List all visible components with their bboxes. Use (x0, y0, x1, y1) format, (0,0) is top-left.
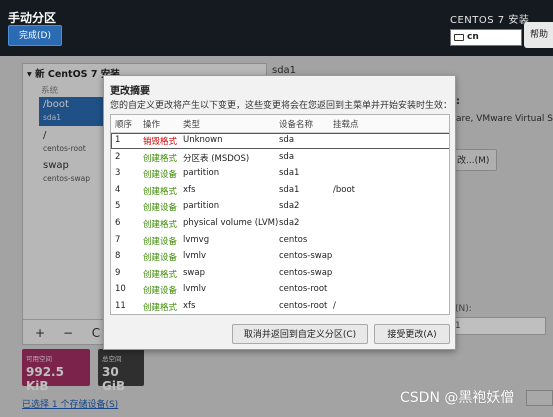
cell-action: 销毁格式 (143, 137, 178, 147)
column-device: 设备名称 (279, 120, 314, 130)
cell-order: 9 (115, 267, 121, 278)
cell-device: centos-root (279, 284, 328, 295)
column-action: 操作 (143, 120, 161, 130)
cell-mount: /boot (333, 184, 355, 195)
cell-action: 创建设备 (143, 253, 178, 264)
cell-action: 创建设备 (143, 236, 178, 247)
table-row[interactable]: 5 创建设备 partition sda2 (111, 199, 449, 215)
page-title: 手动分区 (8, 11, 57, 25)
installer-title: CENTOS 7 安装 (450, 15, 530, 26)
cell-type: partition (183, 201, 220, 212)
cell-device: sda1 (279, 184, 300, 195)
cell-order: 8 (115, 251, 121, 262)
cell-order: 10 (115, 284, 126, 295)
cell-type: lvmvg (183, 234, 210, 245)
cell-order: 11 (115, 301, 126, 311)
cell-type: lvmlv (183, 284, 207, 295)
cell-device: sda (279, 135, 295, 145)
cell-action: 创建格式 (143, 153, 178, 164)
table-row[interactable]: 1 销毁格式 Unknown sda (111, 133, 449, 149)
cell-device: centos (279, 234, 308, 245)
keyboard-icon (454, 34, 464, 41)
cell-type: xfs (183, 184, 196, 195)
cell-type: partition (183, 168, 220, 179)
cell-type: Unknown (183, 135, 223, 145)
table-row[interactable]: 8 创建设备 lvmlv centos-swap (111, 249, 449, 265)
changes-table: 顺序 操作 类型 设备名称 挂载点 1 销毁格式 Unknown sda 2 创建格式 分区… (110, 114, 450, 315)
cell-action: 创建设备 (143, 170, 178, 181)
cell-order: 1 (115, 135, 121, 145)
column-mount: 挂载点 (333, 120, 359, 130)
table-header: 顺序 操作 类型 设备名称 挂载点 (111, 115, 449, 133)
table-row[interactable]: 6 创建格式 physical volume (LVM) sda2 (111, 216, 449, 232)
cell-mount: / (333, 301, 336, 311)
top-bar: 手动分区 完成(D) CENTOS 7 安装 cn 帮助 (0, 0, 553, 56)
cell-order: 5 (115, 201, 121, 212)
done-button[interactable]: 完成(D) (8, 25, 62, 46)
table-row[interactable]: 11 创建格式 xfs centos-root / (111, 299, 449, 314)
table-row[interactable]: 3 创建设备 partition sda1 (111, 166, 449, 182)
table-row[interactable]: 2 创建格式 分区表 (MSDOS) sda (111, 150, 449, 166)
cell-type: lvmlv (183, 251, 207, 262)
accept-changes-button[interactable]: 接受更改(A) (374, 324, 450, 344)
help-button[interactable]: 帮助 (524, 22, 553, 48)
cell-action: 创建格式 (143, 303, 178, 313)
cancel-return-button[interactable]: 取消并返回到自定义分区(C) (232, 324, 368, 344)
cell-order: 3 (115, 168, 121, 179)
cell-device: sda2 (279, 218, 300, 228)
cell-device: centos-swap (279, 267, 333, 278)
cell-device: centos-swap (279, 251, 333, 262)
dialog-title: 更改摘要 (110, 86, 150, 97)
cell-device: centos-root (279, 301, 328, 311)
column-type: 类型 (183, 120, 201, 130)
watermark: CSDN @黑袍妖僧 (400, 390, 515, 406)
table-row[interactable]: 7 创建设备 lvmvg centos (111, 233, 449, 249)
cell-action: 创建设备 (143, 286, 178, 297)
table-row[interactable]: 9 创建格式 swap centos-swap (111, 266, 449, 282)
column-order: 顺序 (115, 120, 133, 130)
cell-type: swap (183, 267, 205, 278)
cell-type: xfs (183, 301, 196, 311)
cell-action: 创建设备 (143, 203, 178, 214)
cell-type: physical volume (LVM) (183, 218, 279, 228)
keyboard-layout-indicator[interactable]: cn (450, 29, 522, 46)
table-row[interactable]: 10 创建设备 lvmlv centos-root (111, 282, 449, 298)
cell-device: sda (279, 151, 295, 162)
cell-action: 创建格式 (143, 220, 178, 230)
cell-order: 7 (115, 234, 121, 245)
cell-action: 创建格式 (143, 269, 178, 280)
keyboard-layout-label: cn (467, 32, 479, 42)
dialog-message: 您的自定义更改将产生以下变更，这些变更将会在您返回到主菜单并开始安装时生效： (110, 101, 453, 111)
cell-device: sda2 (279, 201, 300, 212)
cell-type: 分区表 (MSDOS) (183, 153, 250, 164)
cell-order: 2 (115, 151, 121, 162)
cell-order: 6 (115, 218, 121, 228)
table-row[interactable]: 4 创建格式 xfs sda1/boot (111, 183, 449, 199)
cell-action: 创建格式 (143, 186, 178, 197)
change-summary-dialog: 更改摘要 您的自定义更改将产生以下变更，这些变更将会在您返回到主菜单并开始安装时… (103, 75, 456, 350)
cell-order: 4 (115, 184, 121, 195)
cell-device: sda1 (279, 168, 300, 179)
